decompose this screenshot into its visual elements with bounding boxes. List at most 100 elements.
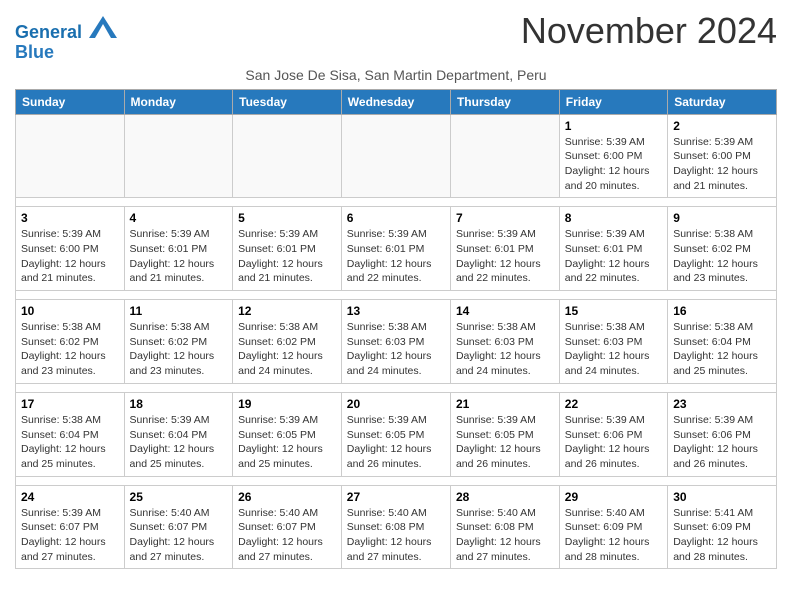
day-info: Sunrise: 5:39 AMSunset: 6:01 PMDaylight:…: [456, 227, 554, 286]
day-number: 10: [21, 304, 119, 318]
day-number: 15: [565, 304, 662, 318]
week-row-5: 24Sunrise: 5:39 AMSunset: 6:07 PMDayligh…: [16, 485, 777, 569]
weekday-header-row: SundayMondayTuesdayWednesdayThursdayFrid…: [16, 89, 777, 114]
calendar-cell: 12 Sunrise: 5:38 AMSunset: 6:02 PMDayligh…: [233, 300, 342, 384]
calendar-cell: 10Sunrise: 5:38 AMSunset: 6:02 PMDayligh…: [16, 300, 125, 384]
day-number: 24: [21, 490, 119, 504]
week-row-1: 1Sunrise: 5:39 AMSunset: 6:00 PMDaylight…: [16, 114, 777, 198]
weekday-sunday: Sunday: [16, 89, 125, 114]
month-title: November 2024: [521, 10, 777, 52]
calendar-cell: 18 Sunrise: 5:39 AMSunset: 6:04 PMDayligh…: [124, 392, 233, 476]
day-info: Sunrise: 5:38 AMSunset: 6:03 PMDaylight:…: [347, 320, 445, 379]
day-info: Sunrise: 5:39 AMSunset: 6:00 PMDaylight:…: [21, 227, 119, 286]
calendar-cell: [450, 114, 559, 198]
row-separator: [16, 291, 777, 300]
day-info: Sunrise: 5:38 AMSunset: 6:04 PMDaylight:…: [21, 413, 119, 472]
day-info: Sunrise: 5:38 AMSunset: 6:02 PMDaylight:…: [238, 320, 336, 379]
calendar-cell: 22Sunrise: 5:39 AMSunset: 6:06 PMDayligh…: [559, 392, 667, 476]
logo-blue: Blue: [15, 43, 117, 63]
calendar-cell: 8Sunrise: 5:39 AMSunset: 6:01 PMDaylight…: [559, 207, 667, 291]
calendar-cell: [16, 114, 125, 198]
calendar-cell: [341, 114, 450, 198]
day-info: Sunrise: 5:38 AMSunset: 6:03 PMDaylight:…: [565, 320, 662, 379]
weekday-wednesday: Wednesday: [341, 89, 450, 114]
day-info: Sunrise: 5:38 AMSunset: 6:04 PMDaylight:…: [673, 320, 771, 379]
calendar-cell: 15 Sunrise: 5:38 AMSunset: 6:03 PMDayligh…: [559, 300, 667, 384]
day-info: Sunrise: 5:41 AMSunset: 6:09 PMDaylight:…: [673, 506, 771, 565]
day-number: 19: [238, 397, 336, 411]
calendar-cell: 26 Sunrise: 5:40 AMSunset: 6:07 PMDayligh…: [233, 485, 342, 569]
day-info: Sunrise: 5:40 AMSunset: 6:08 PMDaylight:…: [456, 506, 554, 565]
calendar-cell: 21 Sunrise: 5:39 AMSunset: 6:05 PMDayligh…: [450, 392, 559, 476]
day-info: Sunrise: 5:39 AMSunset: 6:00 PMDaylight:…: [673, 135, 771, 194]
day-info: Sunrise: 5:39 AMSunset: 6:05 PMDaylight:…: [456, 413, 554, 472]
day-number: 23: [673, 397, 771, 411]
day-info: Sunrise: 5:39 AMSunset: 6:00 PMDaylight:…: [565, 135, 662, 194]
weekday-saturday: Saturday: [668, 89, 777, 114]
calendar-cell: 14 Sunrise: 5:38 AMSunset: 6:03 PMDayligh…: [450, 300, 559, 384]
calendar-table: SundayMondayTuesdayWednesdayThursdayFrid…: [15, 89, 777, 570]
day-number: 25: [130, 490, 228, 504]
day-info: Sunrise: 5:40 AMSunset: 6:09 PMDaylight:…: [565, 506, 662, 565]
calendar-cell: 13Sunrise: 5:38 AMSunset: 6:03 PMDayligh…: [341, 300, 450, 384]
day-number: 7: [456, 211, 554, 225]
day-number: 27: [347, 490, 445, 504]
day-number: 3: [21, 211, 119, 225]
day-info: Sunrise: 5:39 AMSunset: 6:05 PMDaylight:…: [347, 413, 445, 472]
day-info: Sunrise: 5:40 AMSunset: 6:07 PMDaylight:…: [130, 506, 228, 565]
calendar-cell: 11 Sunrise: 5:38 AMSunset: 6:02 PMDayligh…: [124, 300, 233, 384]
day-number: 18: [130, 397, 228, 411]
day-info: Sunrise: 5:39 AMSunset: 6:04 PMDaylight:…: [130, 413, 228, 472]
calendar-cell: 9 Sunrise: 5:38 AMSunset: 6:02 PMDaylight…: [668, 207, 777, 291]
calendar-cell: 28Sunrise: 5:40 AMSunset: 6:08 PMDayligh…: [450, 485, 559, 569]
day-number: 17: [21, 397, 119, 411]
day-info: Sunrise: 5:40 AMSunset: 6:07 PMDaylight:…: [238, 506, 336, 565]
weekday-monday: Monday: [124, 89, 233, 114]
day-info: Sunrise: 5:38 AMSunset: 6:02 PMDaylight:…: [130, 320, 228, 379]
calendar-cell: 17 Sunrise: 5:38 AMSunset: 6:04 PMDayligh…: [16, 392, 125, 476]
weekday-thursday: Thursday: [450, 89, 559, 114]
calendar-cell: 20 Sunrise: 5:39 AMSunset: 6:05 PMDayligh…: [341, 392, 450, 476]
week-row-4: 17 Sunrise: 5:38 AMSunset: 6:04 PMDayligh…: [16, 392, 777, 476]
day-info: Sunrise: 5:39 AMSunset: 6:01 PMDaylight:…: [130, 227, 228, 286]
title-section: November 2024: [521, 10, 777, 52]
weekday-friday: Friday: [559, 89, 667, 114]
day-number: 16: [673, 304, 771, 318]
calendar-cell: 25 Sunrise: 5:40 AMSunset: 6:07 PMDayligh…: [124, 485, 233, 569]
day-info: Sunrise: 5:38 AMSunset: 6:02 PMDaylight:…: [673, 227, 771, 286]
day-number: 9: [673, 211, 771, 225]
day-number: 26: [238, 490, 336, 504]
day-number: 2: [673, 119, 771, 133]
day-number: 14: [456, 304, 554, 318]
day-number: 20: [347, 397, 445, 411]
day-info: Sunrise: 5:39 AMSunset: 6:05 PMDaylight:…: [238, 413, 336, 472]
calendar-cell: 30Sunrise: 5:41 AMSunset: 6:09 PMDayligh…: [668, 485, 777, 569]
calendar-cell: 24Sunrise: 5:39 AMSunset: 6:07 PMDayligh…: [16, 485, 125, 569]
row-separator: [16, 476, 777, 485]
page-header: General Blue November 2024: [15, 10, 777, 63]
day-info: Sunrise: 5:39 AMSunset: 6:01 PMDaylight:…: [238, 227, 336, 286]
subtitle: San Jose De Sisa, San Martin Department,…: [15, 67, 777, 83]
calendar-cell: 27Sunrise: 5:40 AMSunset: 6:08 PMDayligh…: [341, 485, 450, 569]
weekday-tuesday: Tuesday: [233, 89, 342, 114]
day-number: 11: [130, 304, 228, 318]
row-separator: [16, 383, 777, 392]
row-separator: [16, 198, 777, 207]
calendar-cell: 19 Sunrise: 5:39 AMSunset: 6:05 PMDayligh…: [233, 392, 342, 476]
calendar-cell: 6Sunrise: 5:39 AMSunset: 6:01 PMDaylight…: [341, 207, 450, 291]
day-number: 22: [565, 397, 662, 411]
calendar-body: 1Sunrise: 5:39 AMSunset: 6:00 PMDaylight…: [16, 114, 777, 569]
calendar-cell: [233, 114, 342, 198]
logo-icon: [89, 16, 117, 38]
calendar-cell: 3 Sunrise: 5:39 AMSunset: 6:00 PMDaylight…: [16, 207, 125, 291]
logo-general: General: [15, 22, 82, 42]
day-number: 4: [130, 211, 228, 225]
logo: General Blue: [15, 16, 117, 63]
day-number: 12: [238, 304, 336, 318]
day-info: Sunrise: 5:38 AMSunset: 6:03 PMDaylight:…: [456, 320, 554, 379]
day-number: 8: [565, 211, 662, 225]
week-row-2: 3 Sunrise: 5:39 AMSunset: 6:00 PMDaylight…: [16, 207, 777, 291]
logo-text: General: [15, 16, 117, 43]
day-number: 29: [565, 490, 662, 504]
day-number: 21: [456, 397, 554, 411]
